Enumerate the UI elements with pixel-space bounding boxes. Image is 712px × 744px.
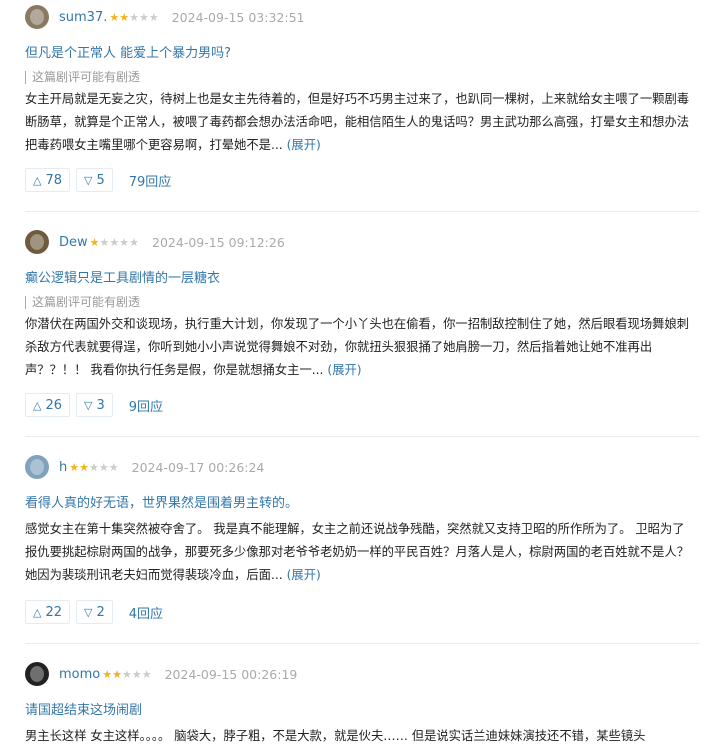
triangle-down-icon: ▽ (84, 398, 93, 412)
upvote-count: 22 (45, 604, 63, 620)
review-actions: △ 26 ▽ 3 9回应 (25, 393, 163, 417)
divider (25, 436, 700, 437)
star-icon: ★ (141, 667, 152, 681)
username-link[interactable]: momo (59, 667, 100, 682)
avatar[interactable] (25, 662, 49, 686)
star-icon: ★ (69, 460, 80, 474)
avatar[interactable] (25, 230, 49, 254)
avatar[interactable] (25, 455, 49, 479)
upvote-button[interactable]: △ 22 (25, 600, 71, 624)
rating-stars: ★ ★ ★ ★ ★ (90, 237, 139, 248)
review-title-link[interactable]: 看得人真的好无语，世界果然是围着男主转的。 (25, 492, 298, 511)
username-link[interactable]: Dew (59, 235, 88, 250)
review-header: sum37. ★ ★ ★ ★ ★ 2024-09-15 03:32:51 (25, 4, 305, 30)
rating-stars: ★ ★ ★ ★ ★ (69, 462, 118, 473)
expand-link[interactable]: (展开) (327, 363, 361, 377)
spoiler-warning: 这篇剧评可能有剧透 (25, 71, 140, 84)
username-link[interactable]: sum37. (59, 10, 107, 25)
reply-link[interactable]: 79回应 (129, 171, 172, 190)
star-icon: ★ (89, 460, 99, 474)
avatar[interactable] (25, 5, 49, 29)
timestamp: 2024-09-17 00:26:24 (131, 459, 265, 475)
star-icon: ★ (119, 10, 130, 24)
downvote-button[interactable]: ▽ 3 (76, 393, 113, 417)
review-excerpt: 男主长这样 女主这样。。。。 脑袋大，脖子粗，不是大款，就是伙夫…… 但是说实话… (25, 725, 693, 744)
expand-link[interactable]: (展开) (287, 568, 321, 582)
star-icon: ★ (79, 460, 89, 474)
review-body-text: 男主长这样 女主这样。。。。 脑袋大，脖子粗，不是大款，就是伙夫…… 但是说实话… (25, 729, 646, 743)
upvote-button[interactable]: △ 78 (25, 168, 71, 192)
timestamp: 2024-09-15 03:32:51 (171, 9, 305, 25)
star-icon: ★ (129, 235, 140, 249)
star-icon: ★ (102, 667, 113, 681)
review-title-link[interactable]: 请国超结束这场闹剧 (25, 699, 142, 718)
review-actions: △ 78 ▽ 5 79回应 (25, 168, 171, 192)
rating-stars: ★ ★ ★ ★ ★ (109, 12, 158, 23)
review-excerpt: 感觉女主在第十集突然被夺舍了。 我是真不能理解，女主之前还说战争残酷，突然就又支… (25, 518, 693, 587)
divider (25, 211, 700, 212)
upvote-button[interactable]: △ 26 (25, 393, 71, 417)
star-icon: ★ (109, 10, 120, 24)
review-title-link[interactable]: 癫公逻辑只是工具剧情的一层糖衣 (25, 267, 220, 286)
review-header: h ★ ★ ★ ★ ★ 2024-09-17 00:26:24 (25, 454, 264, 480)
star-icon: ★ (148, 10, 159, 24)
star-icon: ★ (109, 235, 120, 249)
star-icon: ★ (112, 667, 122, 681)
downvote-count: 3 (96, 397, 105, 413)
triangle-up-icon: △ (33, 398, 42, 412)
star-icon: ★ (98, 460, 109, 474)
divider (25, 643, 700, 644)
star-icon: ★ (131, 667, 142, 681)
review-excerpt: 你潜伏在两国外交和谈现场，执行重大计划，你发现了一个小丫头也在偷看，你一招制敌控… (25, 313, 693, 382)
timestamp: 2024-09-15 00:26:19 (164, 666, 298, 682)
review-actions: △ 22 ▽ 2 4回应 (25, 600, 163, 624)
downvote-button[interactable]: ▽ 5 (76, 168, 113, 192)
star-icon: ★ (138, 10, 149, 24)
star-icon: ★ (99, 235, 110, 249)
star-icon: ★ (119, 235, 130, 249)
upvote-count: 26 (45, 397, 63, 413)
spoiler-warning: 这篇剧评可能有剧透 (25, 296, 140, 309)
downvote-count: 5 (96, 172, 105, 188)
downvote-button[interactable]: ▽ 2 (76, 600, 113, 624)
timestamp: 2024-09-15 09:12:26 (152, 234, 285, 250)
triangle-up-icon: △ (33, 173, 42, 187)
reply-link[interactable]: 4回应 (129, 603, 163, 622)
star-icon: ★ (129, 10, 139, 24)
rating-stars: ★ ★ ★ ★ ★ (102, 669, 151, 680)
expand-link[interactable]: (展开) (287, 138, 321, 152)
reply-link[interactable]: 9回应 (129, 396, 163, 415)
review-title-link[interactable]: 但凡是个正常人 能爱上个暴力男吗? (25, 42, 231, 61)
triangle-down-icon: ▽ (84, 173, 93, 187)
downvote-count: 2 (96, 604, 105, 620)
star-icon: ★ (121, 667, 132, 681)
review-body-text: 女主开局就是无妄之灾，待树上也是女主先待着的，但是好巧不巧男主过来了，也趴同一棵… (25, 92, 690, 152)
star-icon: ★ (108, 460, 119, 474)
triangle-up-icon: △ (33, 605, 42, 619)
review-header: momo ★ ★ ★ ★ ★ 2024-09-15 00:26:19 (25, 661, 297, 687)
star-icon: ★ (89, 235, 100, 249)
review-body-text: 感觉女主在第十集突然被夺舍了。 我是真不能理解，女主之前还说战争残酷，突然就又支… (25, 522, 690, 582)
triangle-down-icon: ▽ (84, 605, 93, 619)
review-header: Dew ★ ★ ★ ★ ★ 2024-09-15 09:12:26 (25, 229, 285, 255)
username-link[interactable]: h (59, 460, 67, 475)
review-excerpt: 女主开局就是无妄之灾，待树上也是女主先待着的，但是好巧不巧男主过来了，也趴同一棵… (25, 88, 693, 157)
upvote-count: 78 (45, 172, 63, 188)
